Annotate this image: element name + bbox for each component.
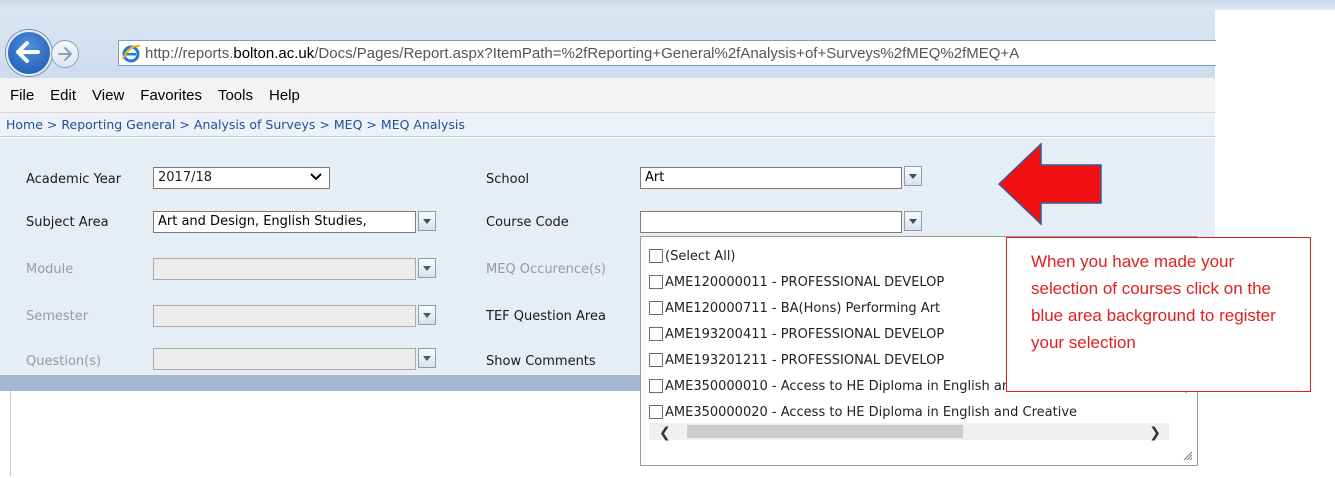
course-code-label: Course Code [486,215,569,230]
checkbox[interactable] [649,353,663,367]
menu-view[interactable]: View [92,85,124,106]
school-field[interactable]: Art [640,167,902,189]
school-label: School [486,172,530,187]
checkbox[interactable] [649,301,663,315]
module-dropdown-button [418,258,436,278]
questions-field [153,348,416,370]
back-button[interactable] [6,30,52,76]
menu-edit[interactable]: Edit [50,85,76,106]
meq-occurrence-label: MEQ Occurence(s) [486,262,606,277]
show-comments-label: Show Comments [486,354,596,369]
breadcrumb-home[interactable]: Home [6,117,43,132]
tef-question-area-label: TEF Question Area [486,309,606,324]
subject-area-label: Subject Area [26,215,109,230]
forward-arrow-icon [58,47,72,61]
forward-button[interactable] [51,40,79,68]
chevron-down-icon [310,173,322,181]
red-arrow-icon [997,142,1102,226]
instruction-callout: When you have made your selection of cou… [1006,237,1311,392]
url-input[interactable]: http://reports.bolton.ac.uk/Docs/Pages/R… [118,40,1216,66]
module-field [153,258,416,280]
academic-year-label: Academic Year [26,172,122,187]
semester-field [153,305,416,327]
scroll-right-arrow-icon[interactable]: ❯ [1149,425,1161,441]
checkbox[interactable] [649,327,663,341]
breadcrumb-meq-analysis: MEQ Analysis [380,117,465,132]
scroll-left-arrow-icon[interactable]: ❮ [659,425,671,441]
breadcrumb-reporting-general[interactable]: Reporting General [61,117,175,132]
menu-bar: File Edit View Favorites Tools Help [0,78,1215,113]
questions-label: Question(s) [26,354,102,369]
scrollbar-thumb[interactable] [687,425,963,438]
semester-label: Semester [26,309,89,324]
questions-dropdown-button [418,348,436,368]
list-item[interactable]: AME350000020 - Access to HE Diploma in E… [649,399,1169,421]
window-title-strip [0,0,1335,10]
school-dropdown-button[interactable] [904,166,922,186]
menu-tools[interactable]: Tools [218,85,253,106]
checkbox[interactable] [649,405,663,419]
breadcrumb-separator: > [179,117,190,132]
url-text: http://reports.bolton.ac.uk/Docs/Pages/R… [145,44,1020,62]
breadcrumb-separator: > [366,117,377,132]
horizontal-scrollbar[interactable]: ❮ ❯ [649,423,1169,441]
academic-year-value: 2017/18 [158,170,213,185]
module-label: Module [26,262,74,277]
breadcrumb-separator: > [319,117,330,132]
ie-logo-icon [122,44,141,63]
breadcrumb-meq[interactable]: MEQ [334,117,363,132]
subject-area-dropdown-button[interactable] [418,211,436,231]
menu-file[interactable]: File [10,85,34,106]
menu-favorites[interactable]: Favorites [140,85,202,106]
subject-area-field[interactable]: Art and Design, English Studies, [153,211,416,233]
checkbox[interactable] [649,379,663,393]
checkbox[interactable] [649,275,663,289]
course-code-field[interactable] [640,211,902,233]
content-divider [10,391,11,476]
resize-grip-icon[interactable] [1181,449,1193,461]
breadcrumb-analysis-of-surveys[interactable]: Analysis of Surveys [194,117,316,132]
menu-help[interactable]: Help [269,85,300,106]
course-code-dropdown-button[interactable] [904,211,922,231]
breadcrumb-separator: > [46,117,58,132]
address-bar: http://reports.bolton.ac.uk/Docs/Pages/R… [0,10,1216,78]
back-arrow-icon [16,41,40,63]
checkbox[interactable] [649,249,663,263]
breadcrumb: Home > Reporting General > Analysis of S… [0,113,1215,137]
academic-year-select[interactable]: 2017/18 [153,167,330,189]
semester-dropdown-button [418,305,436,325]
